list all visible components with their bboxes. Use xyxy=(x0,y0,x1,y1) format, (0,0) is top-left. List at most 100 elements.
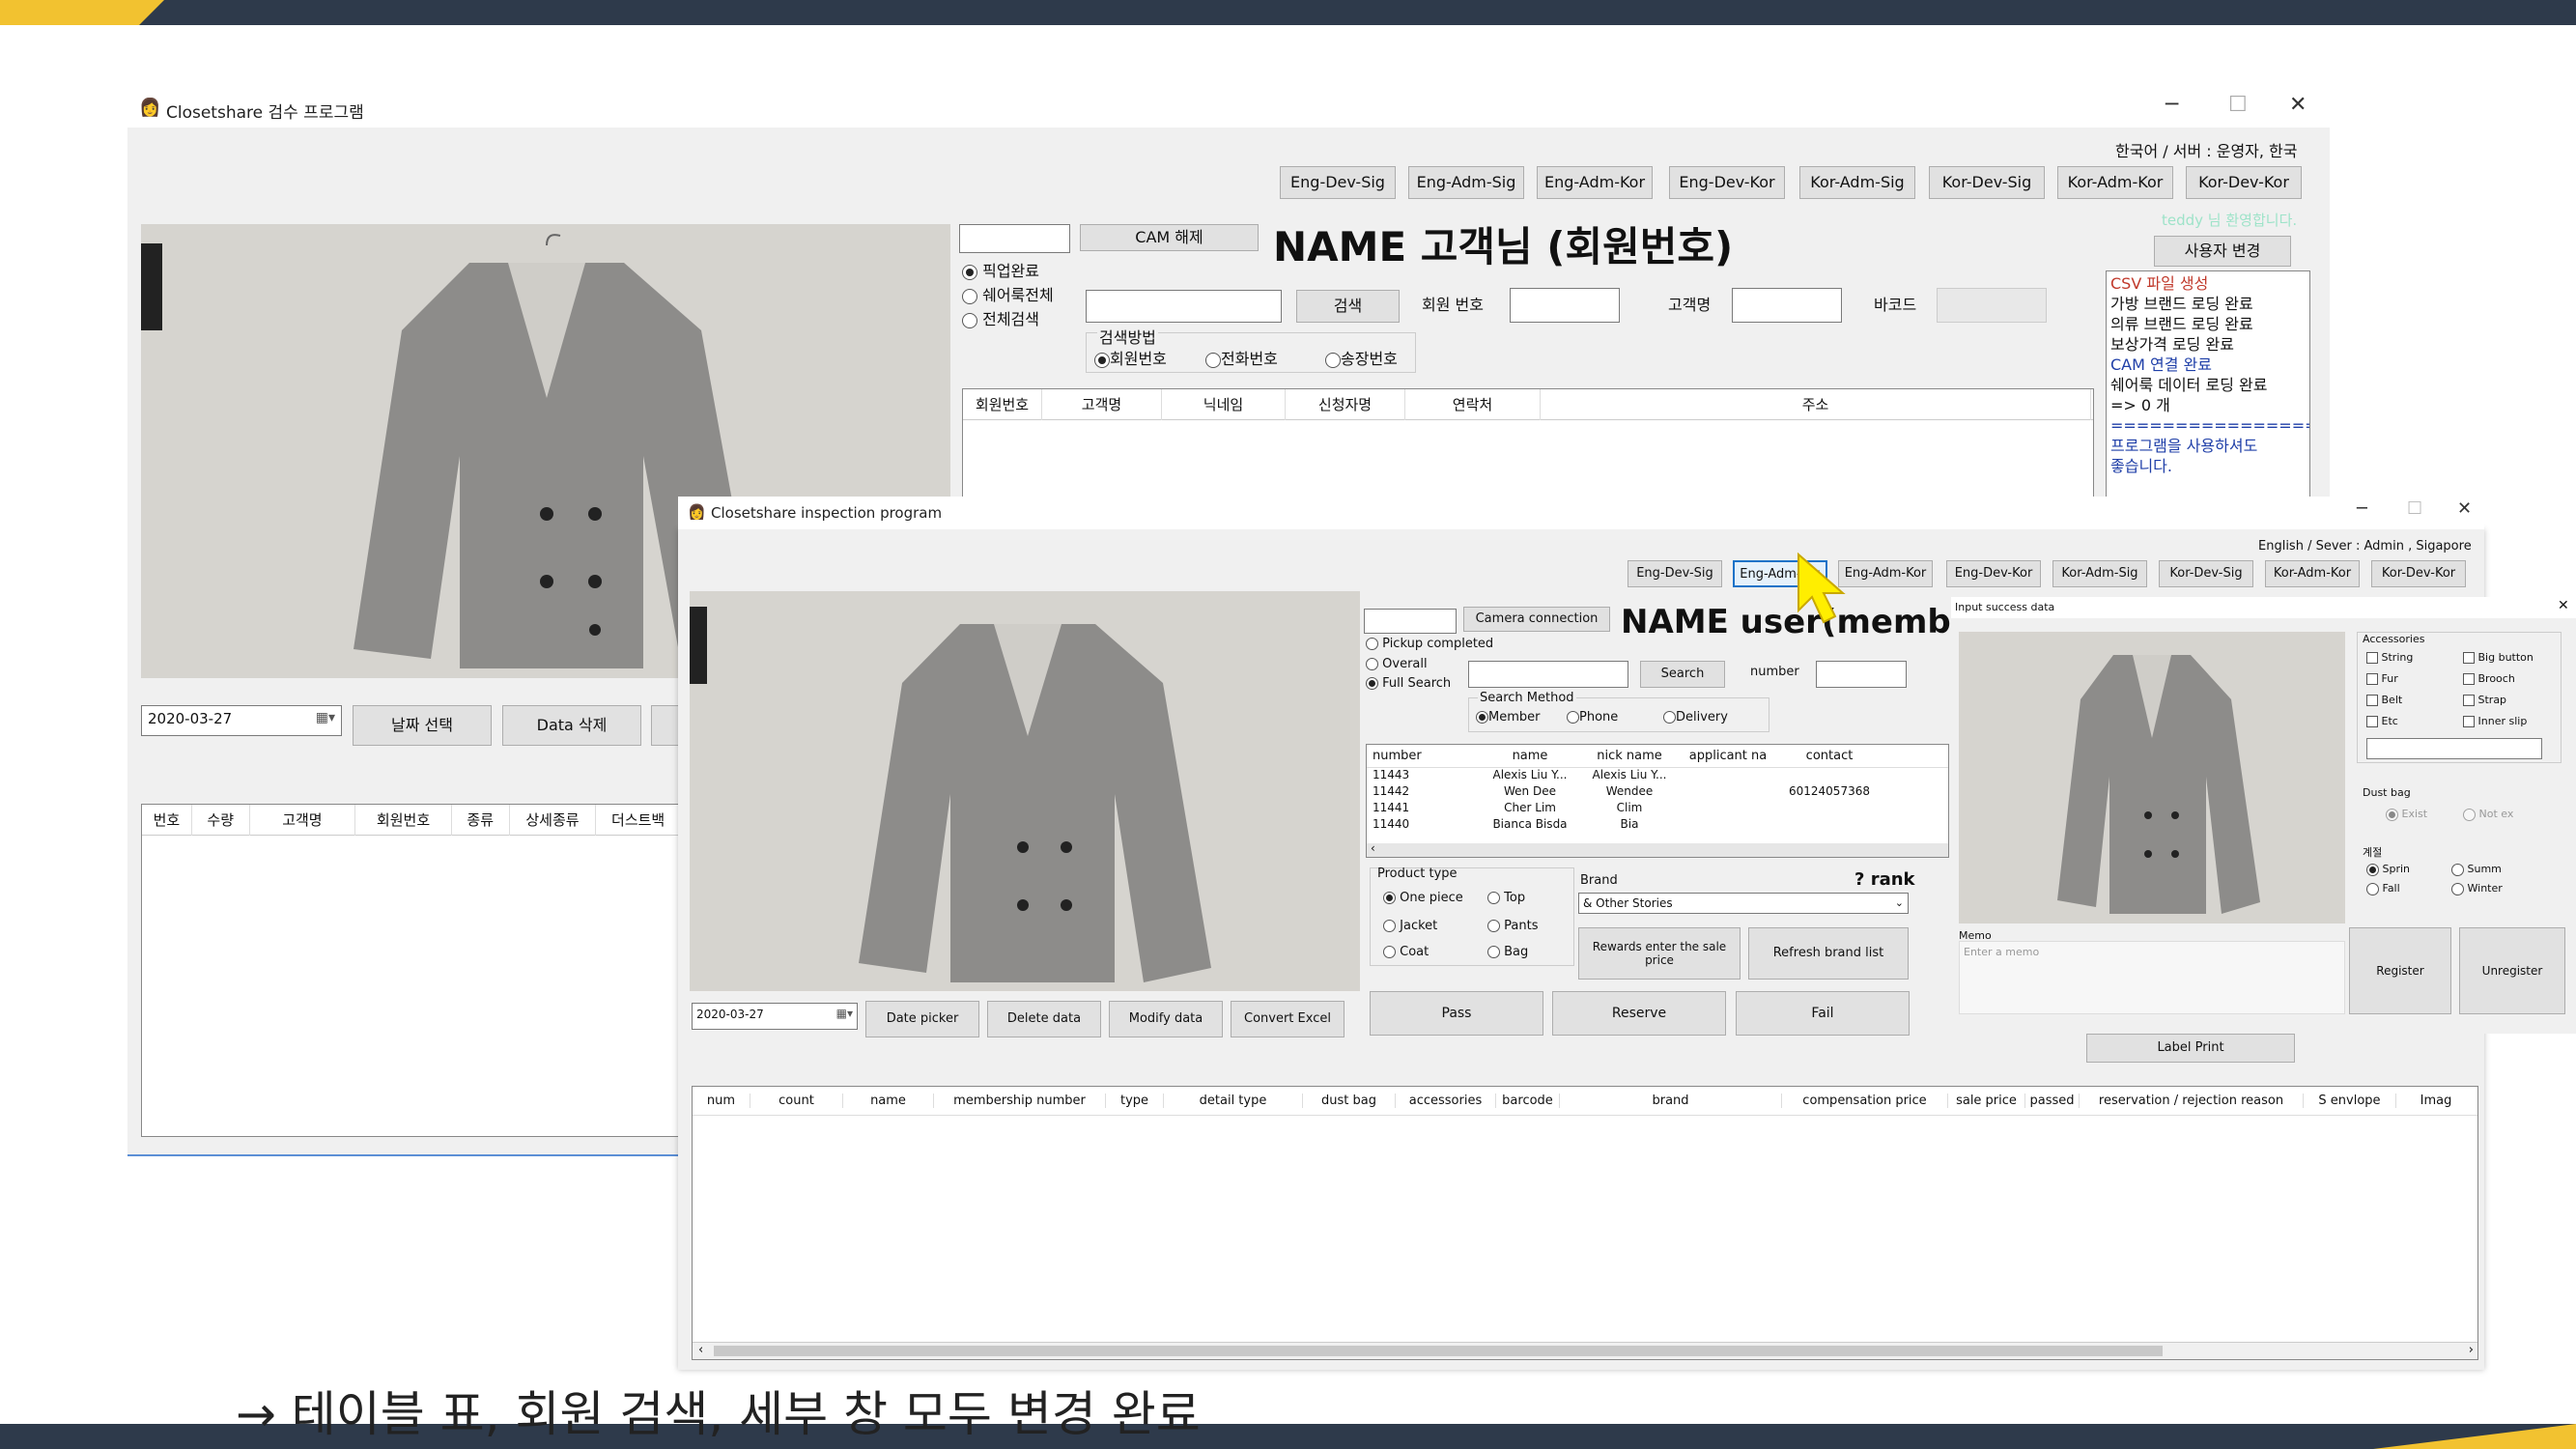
modify-data-button[interactable]: Modify data xyxy=(1109,1001,1223,1037)
env-button-kor-dev-sig[interactable]: Kor-Dev-Sig xyxy=(2159,560,2253,587)
env-button-eng-adm-sig[interactable]: Eng-Adm-Sig xyxy=(1408,166,1524,199)
front-filter-radio-2[interactable]: Overall xyxy=(1366,657,1428,671)
front-search-button[interactable]: Search xyxy=(1640,661,1725,688)
barcode-input[interactable] xyxy=(1937,288,2047,323)
delete-data-button[interactable]: Delete data xyxy=(987,1001,1101,1037)
dust-bag-exist[interactable]: Exist xyxy=(2386,808,2427,821)
season-fall[interactable]: Fall xyxy=(2366,882,2400,895)
accessory-etc-input[interactable] xyxy=(2366,738,2542,759)
member-no-input[interactable] xyxy=(1510,288,1620,323)
env-button-kor-dev-kor[interactable]: Kor-Dev-Kor xyxy=(2186,166,2302,199)
front-method-delivery[interactable]: Delivery xyxy=(1663,710,1728,724)
season-spring[interactable]: Sprin xyxy=(2366,863,2410,876)
env-button-eng-dev-kor[interactable]: Eng-Dev-Kor xyxy=(1669,166,1785,199)
type-jacket[interactable]: Jacket xyxy=(1383,919,1437,933)
env-button-kor-adm-kor[interactable]: Kor-Adm-Kor xyxy=(2057,166,2173,199)
back-method-member[interactable]: 회원번호 xyxy=(1094,346,1167,369)
memo-input[interactable]: Enter a memo xyxy=(1959,941,2345,1014)
minimize-icon[interactable]: ─ xyxy=(2357,498,2367,519)
scroll-left-icon[interactable]: ‹ xyxy=(1371,841,1375,855)
front-member-grid[interactable]: number name nick name applicant na conta… xyxy=(1366,744,1949,858)
back-cam-input[interactable] xyxy=(959,224,1070,253)
accessory-strap[interactable]: Strap xyxy=(2463,694,2506,706)
front-method-member[interactable]: Member xyxy=(1476,710,1540,724)
back-search-input[interactable] xyxy=(1086,290,1282,323)
dust-bag-not-exist[interactable]: Not ex xyxy=(2463,808,2513,821)
brand-select[interactable]: & Other Stories ⌄ xyxy=(1578,893,1909,914)
back-method-phone[interactable]: 전화번호 xyxy=(1205,346,1278,369)
convert-excel-button[interactable]: Convert Excel xyxy=(1231,1001,1345,1037)
front-cam-input[interactable] xyxy=(1364,609,1457,634)
member-row[interactable]: 11443 Alexis Liu Y... Alexis Liu Y... xyxy=(1367,768,1948,784)
label-print-button[interactable]: Label Print xyxy=(2086,1034,2295,1063)
back-date-select-button[interactable]: 날짜 선택 xyxy=(353,705,492,746)
member-row[interactable]: 11441 Cher Lim Clim xyxy=(1367,801,1948,817)
scrollbar-thumb[interactable] xyxy=(714,1346,2163,1356)
back-search-button[interactable]: 검색 xyxy=(1296,290,1400,323)
type-top[interactable]: Top xyxy=(1487,891,1525,905)
front-method-phone[interactable]: Phone xyxy=(1567,710,1618,724)
season-winter[interactable]: Winter xyxy=(2451,882,2503,895)
fail-button[interactable]: Fail xyxy=(1736,991,1910,1036)
pass-button[interactable]: Pass xyxy=(1370,991,1543,1036)
close-icon[interactable]: ✕ xyxy=(2457,498,2472,519)
front-filter-radio-1[interactable]: Pickup completed xyxy=(1366,637,1493,651)
env-button-kor-adm-sig[interactable]: Kor-Adm-Sig xyxy=(2052,560,2147,587)
table-hscrollbar[interactable]: ‹ › xyxy=(693,1342,2477,1359)
back-filter-radio-1[interactable]: 픽업완료 xyxy=(962,258,1039,281)
accessory-etc[interactable]: Etc xyxy=(2366,715,2398,727)
register-button[interactable]: Register xyxy=(2349,927,2451,1014)
env-button-kor-adm-kor[interactable]: Kor-Adm-Kor xyxy=(2265,560,2360,587)
calendar-dropdown-icon[interactable]: ▦▾ xyxy=(316,710,335,725)
type-coat[interactable]: Coat xyxy=(1383,945,1429,959)
calendar-dropdown-icon[interactable]: ▦▾ xyxy=(836,1007,853,1020)
date-picker-button[interactable]: Date picker xyxy=(865,1001,979,1037)
env-button-kor-dev-kor[interactable]: Kor-Dev-Kor xyxy=(2371,560,2466,587)
front-filter-radio-3[interactable]: Full Search xyxy=(1366,676,1451,691)
scroll-left-icon[interactable]: ‹ xyxy=(698,1343,703,1357)
number-input[interactable] xyxy=(1816,661,1907,688)
front-data-table[interactable]: num count name membership number type de… xyxy=(692,1086,2478,1360)
back-filter-radio-3[interactable]: 전체검색 xyxy=(962,306,1039,329)
member-row[interactable]: 11440 Bianca Bisda Bia xyxy=(1367,817,1948,834)
close-icon[interactable]: ✕ xyxy=(2289,93,2307,117)
maximize-icon[interactable]: ☐ xyxy=(2228,93,2248,117)
member-row[interactable]: 11442 Wen Dee Wendee 60124057368 xyxy=(1367,784,1948,801)
accessory-string[interactable]: String xyxy=(2366,651,2413,664)
reserve-button[interactable]: Reserve xyxy=(1552,991,1726,1036)
back-filter-radio-2[interactable]: 쉐어룩전체 xyxy=(962,282,1054,305)
type-pants[interactable]: Pants xyxy=(1487,919,1538,933)
season-summer[interactable]: Summ xyxy=(2451,863,2502,876)
env-button-eng-adm-kor[interactable]: Eng-Adm-Kor xyxy=(1537,166,1653,199)
back-data-table[interactable]: 번호 수량 고객명 회원번호 종류 상세종류 더스트백 xyxy=(141,804,682,1137)
maximize-icon[interactable]: ☐ xyxy=(2407,498,2422,519)
back-method-invoice[interactable]: 송장번호 xyxy=(1325,346,1398,369)
env-button-eng-dev-sig[interactable]: Eng-Dev-Sig xyxy=(1628,560,1722,587)
scroll-right-icon[interactable]: › xyxy=(2469,1343,2474,1357)
refresh-brand-list-button[interactable]: Refresh brand list xyxy=(1748,927,1909,980)
customer-name-input[interactable] xyxy=(1732,288,1842,323)
env-button-kor-adm-sig[interactable]: Kor-Adm-Sig xyxy=(1799,166,1915,199)
minimize-icon[interactable]: ─ xyxy=(2166,93,2178,117)
user-change-button[interactable]: 사용자 변경 xyxy=(2154,236,2291,267)
camera-connection-button[interactable]: Camera connection xyxy=(1463,607,1610,632)
env-button-kor-dev-sig[interactable]: Kor-Dev-Sig xyxy=(1929,166,2045,199)
rewards-sale-price-button[interactable]: Rewards enter the sale price xyxy=(1578,927,1741,980)
cam-release-button[interactable]: CAM 해제 xyxy=(1080,224,1259,251)
back-modify-button-partial[interactable] xyxy=(651,705,680,746)
accessory-brooch[interactable]: Brooch xyxy=(2463,672,2515,685)
member-grid-hscrollbar[interactable]: ‹ xyxy=(1367,841,1948,857)
accessory-belt[interactable]: Belt xyxy=(2366,694,2402,706)
back-customer-grid[interactable]: 회원번호 고객명 닉네임 신청자명 연락처 주소 xyxy=(962,388,2094,499)
type-one-piece[interactable]: One piece xyxy=(1383,891,1463,905)
close-icon[interactable]: ✕ xyxy=(2558,598,2569,613)
env-button-eng-dev-kor[interactable]: Eng-Dev-Kor xyxy=(1946,560,2041,587)
accessory-big-button[interactable]: Big button xyxy=(2463,651,2534,664)
accessory-fur[interactable]: Fur xyxy=(2366,672,2398,685)
front-date-field[interactable]: 2020-03-27 ▦▾ xyxy=(692,1003,858,1030)
unregister-button[interactable]: Unregister xyxy=(2459,927,2565,1014)
type-bag[interactable]: Bag xyxy=(1487,945,1528,959)
accessory-inner-slip[interactable]: Inner slip xyxy=(2463,715,2527,727)
back-date-field[interactable]: 2020-03-27 ▦▾ xyxy=(141,705,342,736)
env-button-eng-dev-sig[interactable]: Eng-Dev-Sig xyxy=(1280,166,1396,199)
